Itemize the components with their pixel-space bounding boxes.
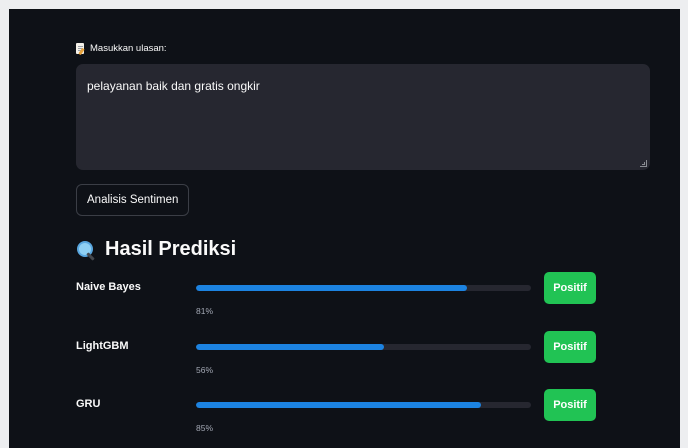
model-row-gru: GRU 85% Positif [76,389,659,448]
model-name: Naive Bayes [76,281,141,293]
model-name: GRU [76,398,101,410]
model-row-naive-bayes: Naive Bayes 81% Positif [76,272,659,331]
model-name: LightGBM [76,340,129,352]
memo-icon [76,43,85,56]
prediction-badge: Positif [544,331,596,363]
confidence-bar [196,344,531,350]
analyze-sentiment-button[interactable]: Analisis Sentimen [76,184,190,216]
model-row-lightgbm: LightGBM 56% Positif [76,331,659,390]
confidence-label: 85% [196,423,214,433]
prediction-badge: Positif [544,389,596,421]
magnifying-glass-icon [76,240,96,261]
app-main: Masukkan ulasan: pelayanan baik dan grat… [9,9,680,448]
confidence-bar-fill [196,402,481,408]
review-input-label-text: Masukkan ulasan: [90,43,167,54]
confidence-bar [196,285,531,291]
confidence-label: 56% [196,365,214,375]
results-title: Hasil Prediksi [105,238,237,260]
review-textarea-value: pelayanan baik dan gratis ongkir [87,79,260,93]
confidence-bar-fill [196,285,468,291]
review-textarea[interactable]: pelayanan baik dan gratis ongkir [76,64,650,170]
confidence-bar-fill [196,344,384,350]
confidence-label: 81% [196,306,214,316]
prediction-badge: Positif [544,272,596,304]
review-input-label: Masukkan ulasan: [76,43,167,56]
resize-handle-icon[interactable] [640,160,647,167]
results-heading: Hasil Prediksi [76,238,236,261]
confidence-bar [196,402,531,408]
